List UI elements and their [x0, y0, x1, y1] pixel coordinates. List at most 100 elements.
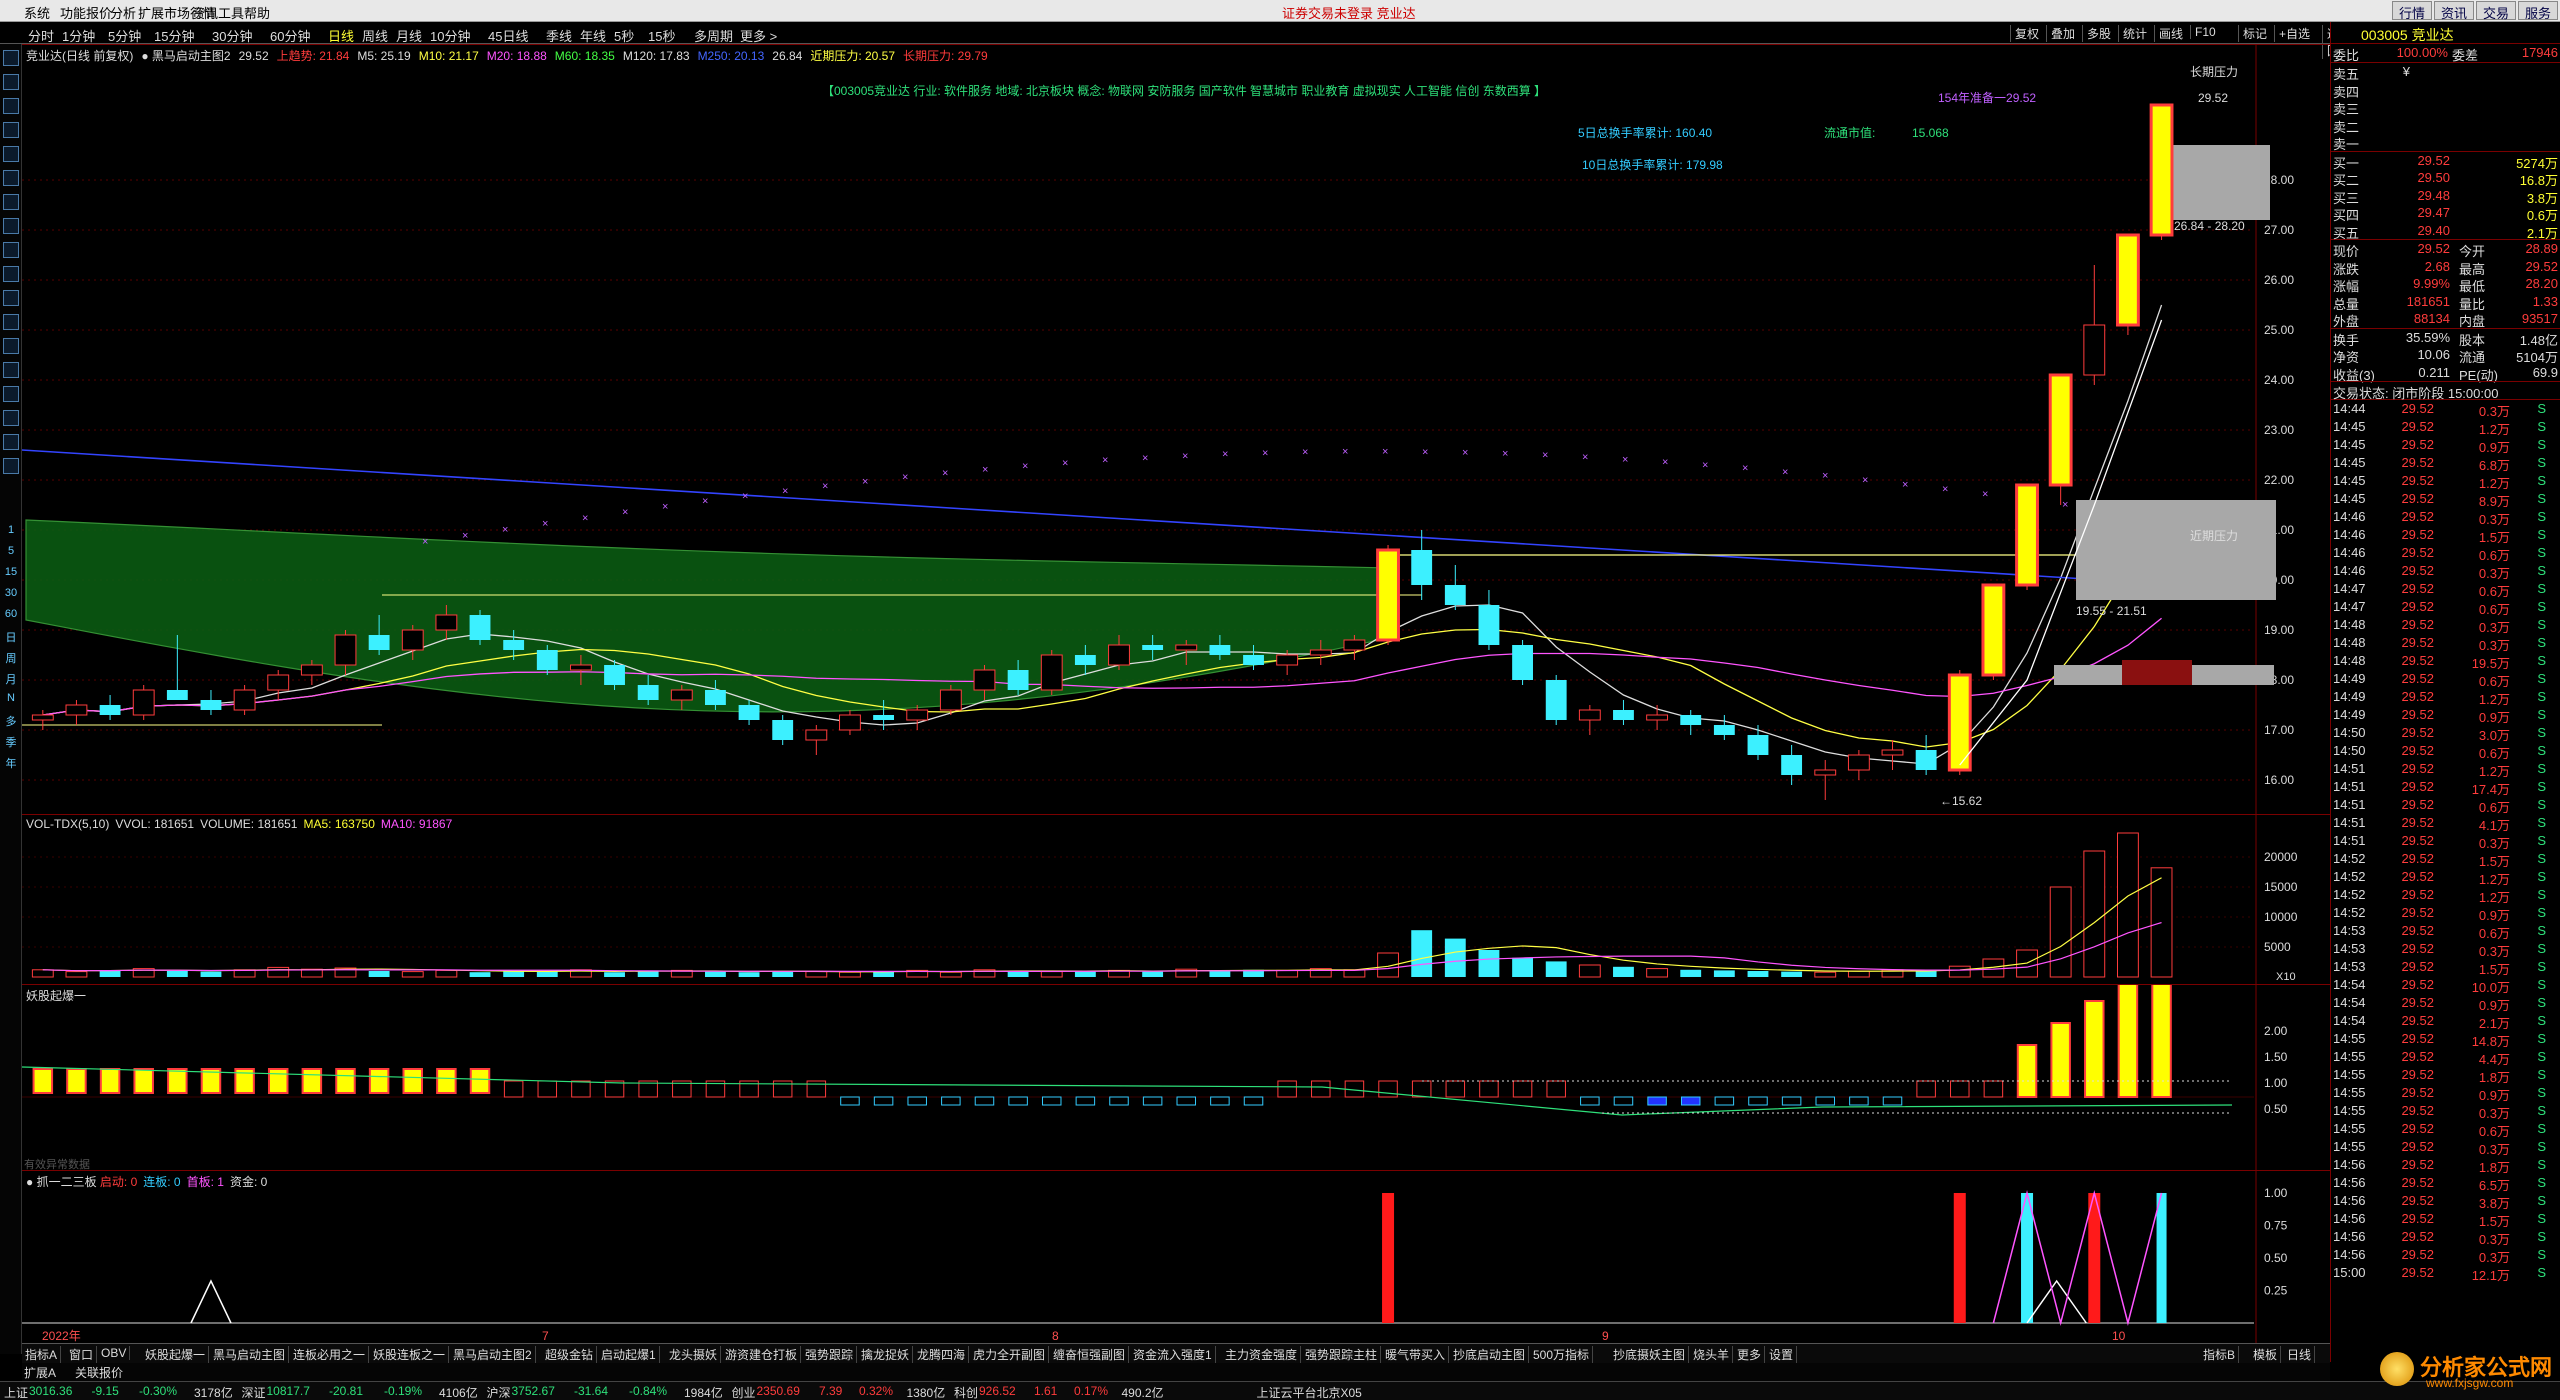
indicator-tab-21[interactable]: 抄底启动主图 — [1450, 1346, 1530, 1363]
extension-tab-1[interactable]: 关联报价 — [75, 1364, 123, 1381]
indicator-1-chart[interactable]: 2.00 1.50 1.00 0.50 有效异常数据 — [22, 985, 2330, 1171]
chart-tool-3[interactable]: 统计 — [2118, 25, 2147, 42]
indicator-2-chart[interactable]: 1.00 0.75 0.50 0.25 2022年 7 8 9 10 — [22, 1171, 2330, 1344]
indicator-tab-7[interactable]: 黑马启动主图2 — [450, 1346, 536, 1363]
volume-chart[interactable]: 20000 15000 10000 5000 X10 — [22, 815, 2330, 985]
indicator-tab-14[interactable]: 龙腾四海 — [914, 1346, 970, 1363]
chart-tool-5[interactable]: F10 — [2190, 25, 2216, 39]
chart-tool-0[interactable]: 复权 — [2010, 25, 2039, 42]
indicator-tab-19[interactable]: 强势跟踪主柱 — [1302, 1346, 1382, 1363]
indicator-tab-0[interactable]: 指标A — [22, 1346, 62, 1363]
period-6[interactable]: 日线 — [328, 26, 354, 45]
indicator-tab-10[interactable]: 龙头摄妖 — [666, 1346, 722, 1363]
indicator-tab-1[interactable]: 窗口 — [66, 1346, 98, 1363]
period-16[interactable]: 更多 > — [740, 26, 777, 45]
period-7[interactable]: 周线 — [362, 26, 388, 45]
tool-icon-14[interactable] — [3, 386, 19, 402]
tool-icon-0[interactable] — [3, 50, 19, 66]
period-10[interactable]: 45日线 — [488, 26, 528, 45]
menu-item-3[interactable]: 分析 — [110, 3, 136, 22]
indicator-tab-6[interactable]: 妖股连板之一 — [370, 1346, 450, 1363]
indicator-tab-right-1[interactable]: 模板 — [2250, 1346, 2282, 1363]
tool-icon-7[interactable] — [3, 218, 19, 234]
chart-tool-6[interactable]: 标记 — [2238, 25, 2267, 42]
top-right-button-2[interactable]: 交易 — [2476, 1, 2517, 21]
tool-icon-16[interactable] — [3, 434, 19, 450]
period-shortcut-9[interactable]: 多 — [0, 713, 22, 729]
menu-item-2[interactable]: 报价 — [86, 3, 112, 22]
indicator-tab-26[interactable]: 设置 — [1766, 1346, 1798, 1363]
indicator-tab-16[interactable]: 缠奋恒强副图 — [1050, 1346, 1130, 1363]
indicator-tab-20[interactable]: 暖气带买入 — [1382, 1346, 1450, 1363]
tool-icon-3[interactable] — [3, 122, 19, 138]
period-9[interactable]: 10分钟 — [430, 26, 470, 45]
chart-tool-7[interactable]: +自选 — [2274, 25, 2310, 42]
indicator-tab-4[interactable]: 黑马启动主图 — [210, 1346, 290, 1363]
period-shortcut-2[interactable]: 15 — [0, 566, 22, 578]
chart-tool-1[interactable]: 叠加 — [2046, 25, 2075, 42]
indicator-tab-24[interactable]: 烧头羊 — [1690, 1346, 1734, 1363]
top-right-button-0[interactable]: 行情 — [2392, 1, 2433, 21]
tool-icon-4[interactable] — [3, 146, 19, 162]
top-right-button-3[interactable]: 服务 — [2518, 1, 2559, 21]
indicator-tab-13[interactable]: 擒龙捉妖 — [858, 1346, 914, 1363]
chart-tool-4[interactable]: 画线 — [2154, 25, 2183, 42]
indicator-tab-25[interactable]: 更多 — [1734, 1346, 1766, 1363]
period-shortcut-11[interactable]: 年 — [0, 755, 22, 771]
period-14[interactable]: 15秒 — [648, 26, 675, 45]
menu-item-5[interactable]: 资讯 — [192, 3, 218, 22]
top-right-button-1[interactable]: 资讯 — [2434, 1, 2475, 21]
indicator-tab-right-0[interactable]: 指标B — [2200, 1346, 2240, 1363]
indicator-tab-11[interactable]: 游资建仓打板 — [722, 1346, 802, 1363]
indicator-tab-3[interactable]: 妖股起爆一 — [142, 1346, 210, 1363]
period-shortcut-8[interactable]: N — [0, 692, 22, 704]
menu-item-7[interactable]: 帮助 — [244, 3, 270, 22]
indicator-tab-17[interactable]: 资金流入强度1 — [1130, 1346, 1216, 1363]
tool-icon-9[interactable] — [3, 266, 19, 282]
period-shortcut-3[interactable]: 30 — [0, 587, 22, 599]
indicator-tab-5[interactable]: 连板必用之一 — [290, 1346, 370, 1363]
indicator-tab-15[interactable]: 虎力全开副图 — [970, 1346, 1050, 1363]
volume-pane[interactable]: 20000 15000 10000 5000 X10 VOL-TDX(5,10) VVOL… — [22, 814, 2330, 985]
period-11[interactable]: 季线 — [546, 26, 572, 45]
period-shortcut-5[interactable]: 日 — [0, 629, 22, 645]
chart-tool-2[interactable]: 多股 — [2082, 25, 2111, 42]
menu-item-0[interactable]: 系统 — [24, 3, 50, 22]
period-0[interactable]: 分时 — [28, 26, 54, 45]
tool-icon-17[interactable] — [3, 458, 19, 474]
period-12[interactable]: 年线 — [580, 26, 606, 45]
main-chart-pane[interactable]: 竞业达(日线 前复权) ● 黑马启动主图2 29.52 上趋势: 21.84 M5: 2… — [22, 44, 2330, 815]
extension-tab-0[interactable]: 扩展A — [24, 1364, 56, 1381]
menu-item-1[interactable]: 功能 — [60, 3, 86, 22]
tool-icon-13[interactable] — [3, 362, 19, 378]
period-5[interactable]: 60分钟 — [270, 26, 310, 45]
period-1[interactable]: 1分钟 — [62, 26, 95, 45]
tool-icon-2[interactable] — [3, 98, 19, 114]
menu-item-6[interactable]: 工具 — [218, 3, 244, 22]
tool-icon-1[interactable] — [3, 74, 19, 90]
period-4[interactable]: 30分钟 — [212, 26, 252, 45]
period-shortcut-0[interactable]: 1 — [0, 524, 22, 536]
period-shortcut-7[interactable]: 月 — [0, 671, 22, 687]
candlestick-chart[interactable]: 28.0027.0026.0025.0024.0023.0022.0021.00… — [22, 45, 2330, 815]
indicator-tab-18[interactable]: 主力资金强度 — [1222, 1346, 1302, 1363]
indicator-tab-22[interactable]: 500万指标 — [1530, 1346, 1594, 1363]
indicator-pane-1[interactable]: 2.00 1.50 1.00 0.50 有效异常数据 妖股起爆一 — [22, 984, 2330, 1171]
indicator-tab-8[interactable]: 超级金钻 — [542, 1346, 598, 1363]
indicator-pane-2[interactable]: 1.00 0.75 0.50 0.25 2022年 7 8 9 10 ● 抓一二三板 启动: 0… — [22, 1170, 2330, 1344]
tool-icon-12[interactable] — [3, 338, 19, 354]
period-2[interactable]: 5分钟 — [108, 26, 141, 45]
indicator-tab-2[interactable]: OBV — [98, 1346, 131, 1360]
tool-icon-8[interactable] — [3, 242, 19, 258]
period-8[interactable]: 月线 — [396, 26, 422, 45]
tool-icon-6[interactable] — [3, 194, 19, 210]
tool-icon-5[interactable] — [3, 170, 19, 186]
indicator-tab-12[interactable]: 强势跟踪 — [802, 1346, 858, 1363]
tool-icon-10[interactable] — [3, 290, 19, 306]
period-shortcut-4[interactable]: 60 — [0, 608, 22, 620]
tool-icon-11[interactable] — [3, 314, 19, 330]
indicator-tab-23[interactable]: 抄底摄妖主图 — [1610, 1346, 1690, 1363]
period-shortcut-10[interactable]: 季 — [0, 734, 22, 750]
indicator-tab-9[interactable]: 启动起爆1 — [598, 1346, 660, 1363]
period-3[interactable]: 15分钟 — [154, 26, 194, 45]
